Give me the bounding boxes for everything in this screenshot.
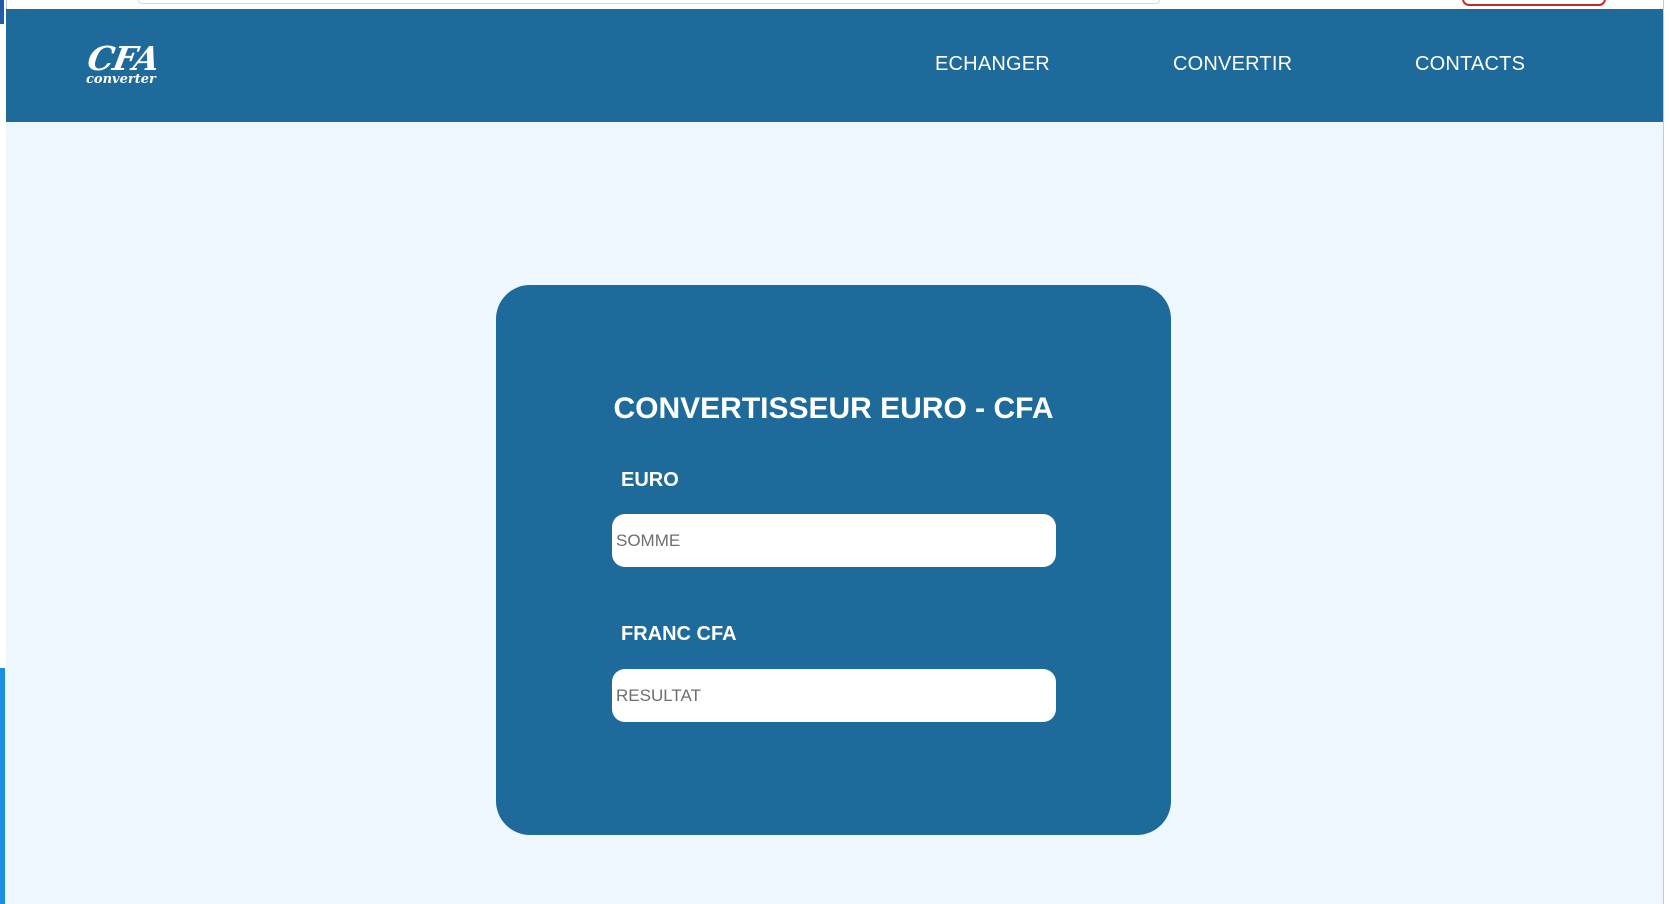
red-button-edge [1462, 0, 1606, 6]
franc-cfa-label: FRANC CFA [621, 623, 737, 645]
logo[interactable]: CFA converter [80, 39, 162, 93]
scrollbar[interactable] [1663, 0, 1670, 904]
euro-label: EURO [621, 469, 679, 491]
nav-link-echanger[interactable]: ECHANGER [935, 52, 1050, 76]
nav-link-convertir[interactable]: CONVERTIR [1173, 52, 1292, 76]
euro-amount-input[interactable] [612, 514, 1056, 567]
page: CFA converter ECHANGER CONVERTIR CONTACT… [6, 9, 1663, 904]
cfa-result-input[interactable] [612, 669, 1056, 722]
navbar: CFA converter ECHANGER CONVERTIR CONTACT… [6, 9, 1663, 122]
converter-title: CONVERTISSEUR EURO - CFA [613, 392, 1054, 425]
browser-top-strip [0, 0, 1670, 9]
nav-link-contacts[interactable]: CONTACTS [1415, 52, 1525, 76]
left-edge-accent [0, 668, 5, 904]
converter-card: CONVERTISSEUR EURO - CFA EURO FRANC CFA [496, 285, 1171, 835]
address-bar-edge [138, 0, 1160, 4]
logo-sub-text: converter [86, 72, 156, 87]
left-edge-accent [0, 0, 4, 24]
